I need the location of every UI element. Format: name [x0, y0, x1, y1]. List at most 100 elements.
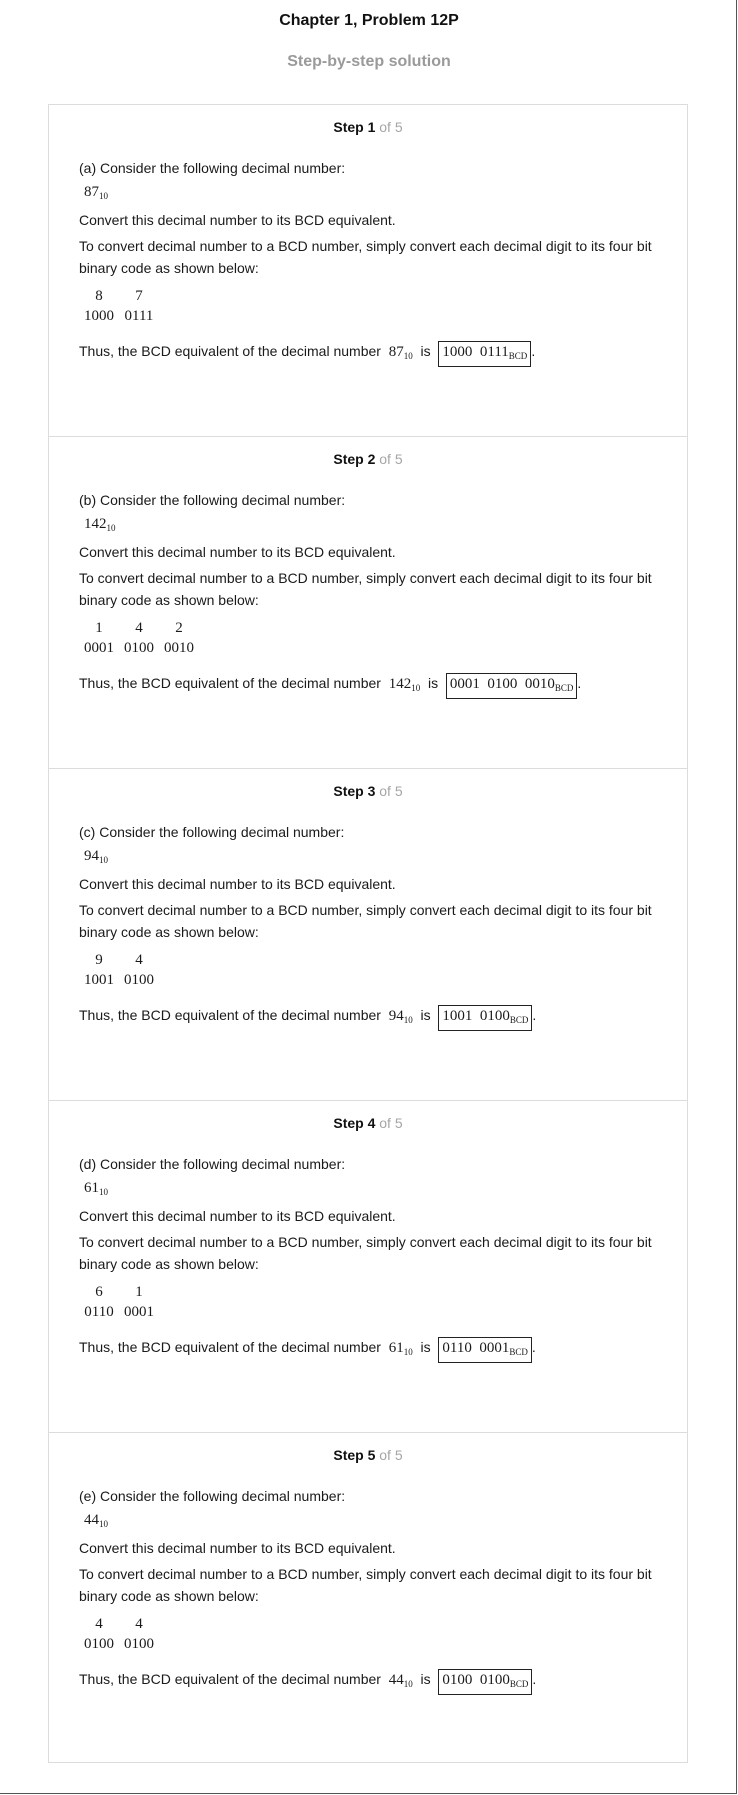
number-value: 44	[84, 1512, 99, 1528]
conclusion-number: 14210	[388, 676, 421, 693]
conclusion: Thus, the BCD equivalent of the decimal …	[79, 340, 535, 367]
solution-step: Step 4 of 5 (d) Consider the following d…	[49, 1101, 687, 1433]
consider-text: (e) Consider the following decimal numbe…	[79, 1488, 346, 1504]
convert-text: Convert this decimal number to its BCD e…	[79, 212, 396, 228]
page-title: Chapter 1, Problem 12P	[279, 12, 459, 29]
binary-code: 0100	[124, 1636, 154, 1652]
code-row: 0100 0100	[79, 1633, 159, 1655]
decimal-number: 4410	[84, 1509, 108, 1535]
binary-code: 0100	[124, 640, 154, 656]
answer-value: 0100 0100	[442, 1672, 510, 1688]
number-base: 10	[106, 523, 116, 533]
consider-text: (d) Consider the following decimal numbe…	[79, 1156, 346, 1172]
number-value: 87	[388, 344, 404, 360]
number-value: 44	[388, 1672, 404, 1688]
digit-table: 44 0100 0100	[79, 1613, 159, 1655]
binary-code: 0111	[124, 308, 154, 324]
consider-text: (a) Consider the following decimal numbe…	[79, 160, 346, 176]
explain-text: To convert decimal number to a BCD numbe…	[79, 238, 652, 276]
step-label: Step 2	[333, 451, 376, 467]
thus-text: Thus, the BCD equivalent of the decimal …	[79, 675, 381, 691]
conclusion-number: 4410	[388, 1672, 413, 1689]
number-value: 142	[388, 676, 412, 692]
period: .	[532, 1671, 537, 1687]
period: .	[532, 1007, 537, 1023]
binary-code: 1001	[84, 972, 114, 988]
decimal-number: 9410	[84, 845, 108, 871]
step-count: of 5	[379, 1447, 403, 1463]
digit-row: 61	[79, 1281, 159, 1301]
answer-value: 0110 0001	[442, 1340, 510, 1356]
decimal-digit: 6	[95, 1284, 103, 1300]
is-text: is	[420, 343, 431, 359]
binary-code: 0010	[164, 640, 194, 656]
convert-text: Convert this decimal number to its BCD e…	[79, 544, 396, 560]
explain-text: To convert decimal number to a BCD numbe…	[79, 1234, 652, 1272]
consider-text: (c) Consider the following decimal numbe…	[79, 824, 345, 840]
solution-step: Step 5 of 5 (e) Consider the following d…	[49, 1433, 687, 1762]
page-subtitle: Step-by-step solution	[287, 53, 451, 70]
number-value: 61	[388, 1340, 404, 1356]
step-header: Step 3 of 5	[49, 783, 687, 799]
decimal-number: 8710	[84, 181, 108, 207]
decimal-number: 14210	[84, 513, 116, 539]
answer-subscript: BCD	[509, 1347, 528, 1357]
digit-row: 1 4 2	[79, 617, 199, 637]
step-label: Step 5	[333, 1447, 376, 1463]
answer-box: 1000 0111BCD	[438, 341, 532, 367]
thus-text: Thus, the BCD equivalent of the decimal …	[79, 343, 381, 359]
binary-code: 0100	[84, 1636, 114, 1652]
code-row: 0110 0001	[79, 1301, 159, 1323]
step-header: Step 1 of 5	[49, 119, 687, 135]
period: .	[577, 675, 582, 691]
conclusion-number: 8710	[388, 344, 413, 361]
thus-text: Thus, the BCD equivalent of the decimal …	[79, 1339, 381, 1355]
is-text: is	[420, 1339, 431, 1355]
conclusion: Thus, the BCD equivalent of the decimal …	[79, 672, 581, 699]
answer-value: 1000 0111	[442, 344, 509, 360]
explain-text: To convert decimal number to a BCD numbe…	[79, 570, 652, 608]
decimal-digit: 4	[135, 952, 143, 968]
digit-row: 44	[79, 1613, 159, 1633]
solution-step: Step 1 of 5 (a) Consider the following d…	[49, 105, 687, 437]
number-value: 87	[84, 184, 99, 200]
explain-text: To convert decimal number to a BCD numbe…	[79, 1566, 652, 1604]
binary-code: 1000	[84, 308, 114, 324]
step-header: Step 2 of 5	[49, 451, 687, 467]
number-base: 10	[403, 1679, 413, 1689]
number-base: 10	[403, 1015, 413, 1025]
conclusion: Thus, the BCD equivalent of the decimal …	[79, 1668, 536, 1695]
number-value: 142	[84, 516, 107, 532]
step-label: Step 4	[333, 1115, 376, 1131]
number-base: 10	[411, 683, 421, 693]
answer-subscript: BCD	[509, 1015, 529, 1025]
answer-subscript: BCD	[509, 1679, 529, 1689]
number-value: 61	[84, 1180, 99, 1196]
answer-subscript: BCD	[554, 683, 574, 693]
convert-text: Convert this decimal number to its BCD e…	[79, 876, 396, 892]
conclusion: Thus, the BCD equivalent of the decimal …	[79, 1004, 536, 1031]
convert-text: Convert this decimal number to its BCD e…	[79, 1540, 396, 1556]
digit-row: 94	[79, 949, 159, 969]
period: .	[531, 1339, 536, 1355]
step-label: Step 3	[333, 783, 376, 799]
decimal-digit: 4	[95, 1616, 103, 1632]
consider-text: (b) Consider the following decimal numbe…	[79, 492, 346, 508]
answer-box: 0110 0001BCD	[438, 1337, 532, 1363]
code-row: 1000 0111	[79, 305, 159, 327]
digit-table: 1 4 2 0001 0100 0010	[79, 617, 199, 659]
binary-code: 0110	[84, 1304, 114, 1320]
number-value: 94	[388, 1008, 404, 1024]
step-header: Step 5 of 5	[49, 1447, 687, 1463]
decimal-digit: 4	[135, 1616, 143, 1632]
code-row: 0001 0100 0010	[79, 637, 199, 659]
binary-code: 0001	[124, 1304, 154, 1320]
is-text: is	[428, 675, 439, 691]
digit-table: 94 1001 0100	[79, 949, 159, 991]
digit-table: 61 0110 0001	[79, 1281, 159, 1323]
binary-code: 0001	[84, 640, 114, 656]
number-base: 10	[403, 1347, 413, 1357]
decimal-digit: 7	[135, 288, 143, 304]
decimal-digit: 4	[135, 620, 143, 636]
solution-step: Step 2 of 5 (b) Consider the following d…	[49, 437, 687, 769]
